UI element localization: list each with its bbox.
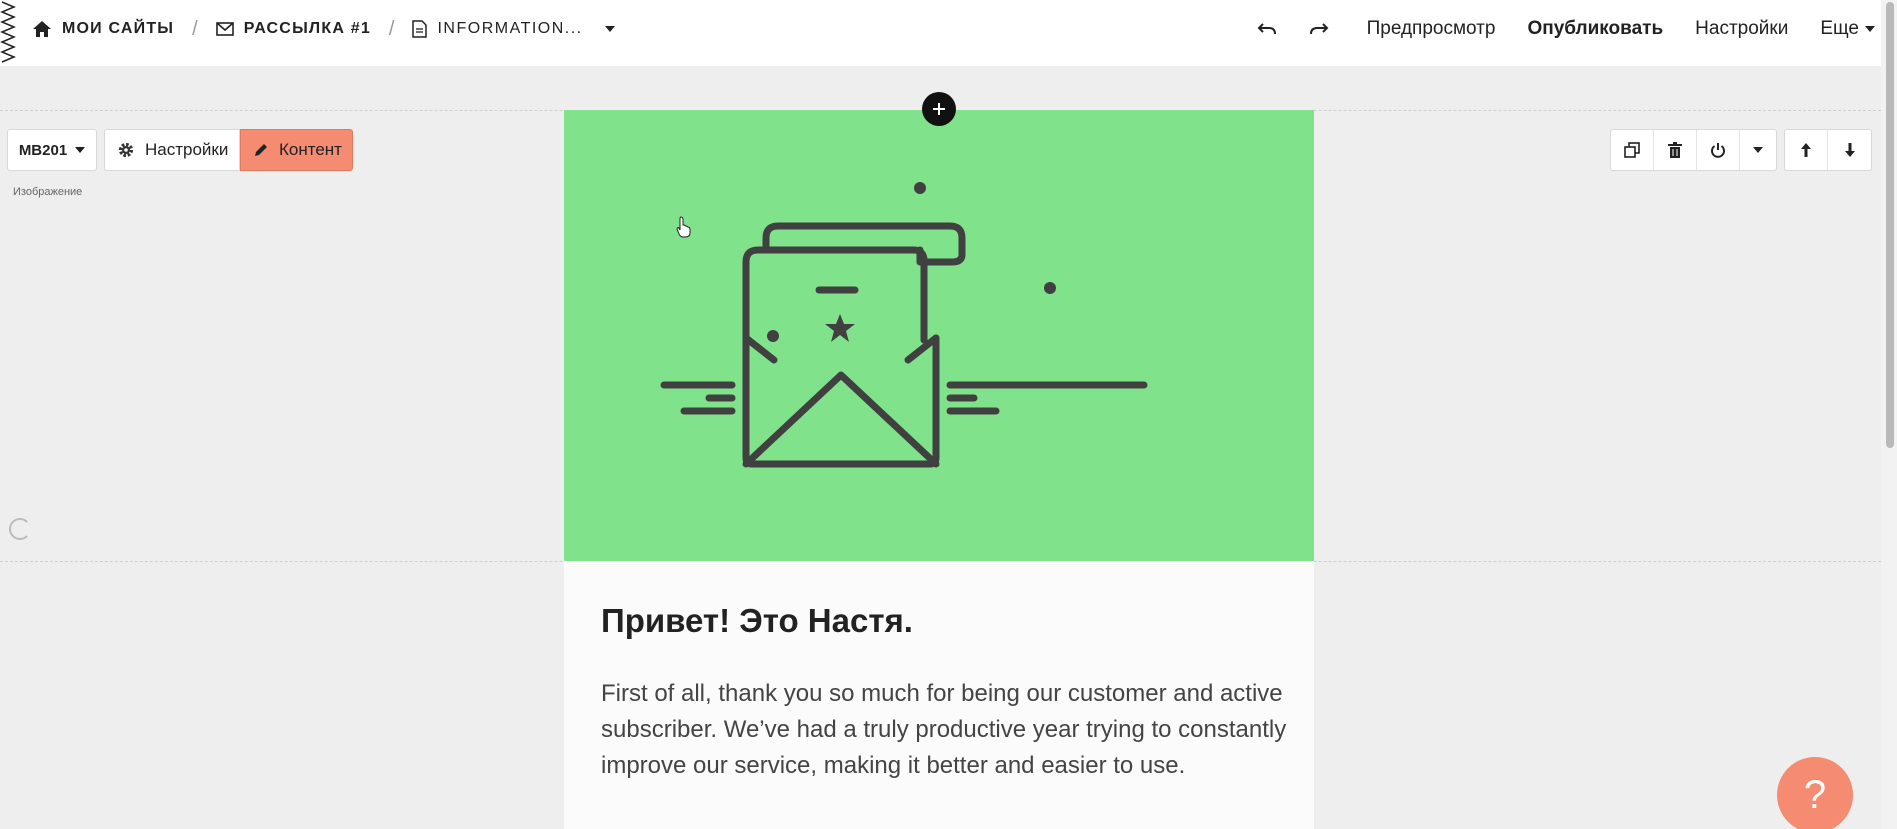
gear-icon <box>118 142 134 158</box>
move-block-down-button[interactable] <box>1828 130 1871 170</box>
block-type-caption: Изображение <box>13 186 83 198</box>
hero-image[interactable] <box>564 110 1314 561</box>
redo-icon <box>1309 23 1329 35</box>
chevron-down-icon <box>1753 147 1763 153</box>
chevron-down-icon <box>604 26 615 32</box>
preview-link[interactable]: Предпросмотр <box>1367 18 1496 40</box>
breadcrumb-page-label: INFORMATION... <box>437 20 583 37</box>
top-bar: МОИ САЙТЫ / РАССЫЛКА #1 / INFORMATION... <box>0 0 1897 66</box>
block-settings-button[interactable]: Настройки <box>104 129 240 171</box>
mail-illustration-icon <box>660 182 1148 468</box>
page-scrollbar[interactable] <box>1881 0 1897 829</box>
duplicate-block-button[interactable] <box>1611 130 1654 170</box>
block-content-label: Контент <box>279 140 342 159</box>
home-icon <box>33 21 51 37</box>
settings-link[interactable]: Настройки <box>1695 18 1788 40</box>
redo-button[interactable] <box>1299 9 1339 49</box>
add-block-button[interactable] <box>922 92 956 126</box>
loading-spinner-icon <box>9 518 31 540</box>
block-content-button[interactable]: Контент <box>240 129 353 171</box>
scrollbar-thumb[interactable] <box>1886 2 1894 448</box>
document-icon <box>412 20 428 38</box>
more-menu[interactable]: Еще <box>1820 18 1875 40</box>
undo-icon <box>1257 23 1276 35</box>
copy-icon <box>1624 142 1640 158</box>
breadcrumb-mailing-label: РАССЫЛКА #1 <box>243 20 371 37</box>
trash-icon <box>1668 142 1682 158</box>
hand-cursor-icon <box>676 216 691 238</box>
breadcrumb-separator: / <box>388 17 395 40</box>
delete-block-button[interactable] <box>1654 130 1697 170</box>
arrow-up-icon <box>1801 143 1811 157</box>
more-menu-label: Еще <box>1820 18 1859 39</box>
block-more-dropdown[interactable] <box>1740 130 1776 170</box>
block-settings-label: Настройки <box>145 140 229 159</box>
undo-button[interactable] <box>1247 9 1287 49</box>
chevron-down-icon <box>75 147 86 153</box>
help-button[interactable]: ? <box>1777 757 1853 829</box>
arrow-down-icon <box>1844 143 1855 157</box>
email-text-content: Привет! Это Настя. First of all, thank y… <box>601 600 1291 784</box>
breadcrumb-my-sites-label: МОИ САЙТЫ <box>62 20 175 37</box>
breadcrumb-mailing[interactable]: РАССЫЛКА #1 <box>215 20 371 38</box>
plus-icon <box>933 103 945 115</box>
envelope-icon <box>215 22 234 36</box>
block-tools <box>1610 129 1777 171</box>
breadcrumb: МОИ САЙТЫ / РАССЫЛКА #1 / INFORMATION... <box>32 0 615 58</box>
breadcrumb-page[interactable]: INFORMATION... <box>412 20 615 38</box>
move-block-up-button[interactable] <box>1785 130 1828 170</box>
block-move-tools <box>1784 129 1872 171</box>
toggle-block-button[interactable] <box>1697 130 1740 170</box>
email-headline[interactable]: Привет! Это Настя. <box>601 600 1291 642</box>
zigzag-decoration-icon <box>0 1 16 63</box>
power-icon <box>1711 143 1725 158</box>
publish-link[interactable]: Опубликовать <box>1527 18 1663 40</box>
help-button-label: ? <box>1803 772 1827 817</box>
email-body-text[interactable]: First of all, thank you so much for bein… <box>601 676 1291 784</box>
block-type-select-label: MB201 <box>18 141 68 159</box>
breadcrumb-my-sites[interactable]: МОИ САЙТЫ <box>32 20 174 38</box>
pencil-icon <box>255 144 267 156</box>
header-actions: Предпросмотр Опубликовать Настройки Еще <box>1247 0 1897 58</box>
block-type-select[interactable]: MB201 <box>7 129 97 171</box>
breadcrumb-separator: / <box>192 17 198 40</box>
chevron-down-icon <box>1865 26 1875 32</box>
